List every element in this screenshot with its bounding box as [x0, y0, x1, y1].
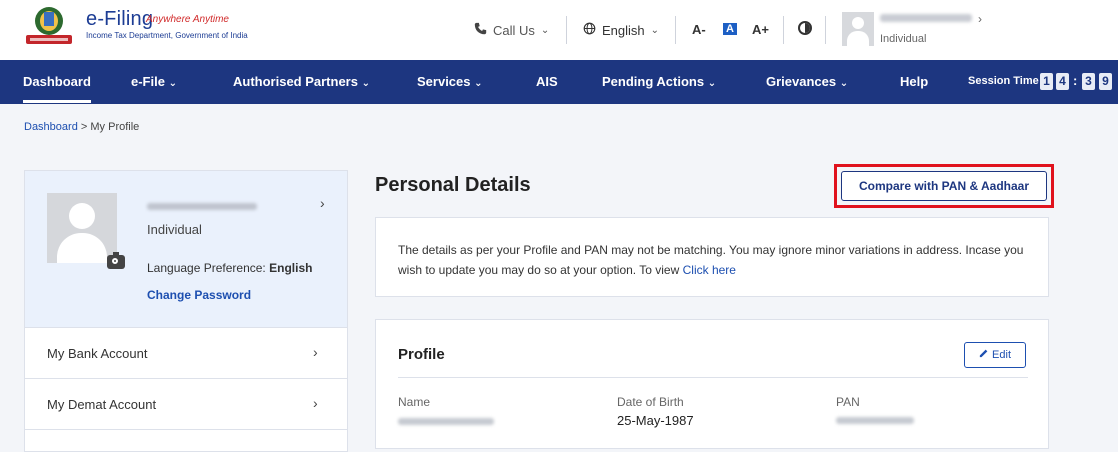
call-us-button[interactable]: Call Us ⌄: [474, 22, 549, 38]
user-role: Individual: [880, 33, 927, 45]
sidebar-item-label: My Bank Account: [47, 346, 148, 361]
divider: [825, 16, 826, 44]
chevron-right-icon: ›: [313, 344, 318, 360]
nav-grievances[interactable]: Grievances ⌄: [766, 74, 848, 89]
font-increase-button[interactable]: A+: [752, 22, 769, 37]
profile-role: Individual: [147, 222, 202, 237]
sidebar-item-demat-account[interactable]: My Demat Account ›: [25, 379, 347, 430]
page-title: Personal Details: [375, 174, 531, 196]
nav-services-label: Services: [417, 74, 471, 89]
chevron-down-icon: ⌄: [707, 78, 717, 89]
profile-section: Profile Edit Name Date of Birth 25-May-1…: [375, 319, 1049, 449]
sidebar-item-label: My Demat Account: [47, 397, 157, 412]
chevron-down-icon: ⌄: [839, 78, 849, 89]
user-name-redacted[interactable]: [880, 14, 972, 22]
divider: [398, 377, 1028, 378]
session-digit: 4: [1056, 73, 1069, 90]
language-preference-label: Language Preference:: [147, 261, 266, 275]
click-here-link[interactable]: Click here: [683, 263, 736, 277]
pan-label: PAN: [836, 395, 860, 409]
session-digit: 9: [1099, 73, 1112, 90]
nav-grievances-label: Grievances: [766, 74, 837, 89]
profile-heading: Profile: [398, 346, 445, 363]
emblem-icon[interactable]: [22, 4, 76, 48]
notice-text: The details as per your Profile and PAN …: [398, 240, 1038, 280]
profile-card: › Individual Language Preference: Englis…: [25, 171, 347, 328]
pan-value-redacted: [836, 417, 914, 424]
divider: [783, 16, 784, 44]
name-value-redacted: [398, 418, 494, 425]
nav-pending-actions[interactable]: Pending Actions ⌄: [602, 74, 716, 89]
chevron-down-icon: ⌄: [650, 24, 660, 36]
chevron-right-icon[interactable]: ›: [320, 195, 325, 211]
language-preference-value: English: [269, 261, 313, 275]
compare-pan-aadhaar-button[interactable]: Compare with PAN & Aadhaar: [841, 171, 1047, 201]
session-colon: :: [1073, 73, 1078, 88]
nav-pending-actions-label: Pending Actions: [602, 74, 705, 89]
name-label: Name: [398, 395, 431, 409]
breadcrumb-current: My Profile: [90, 121, 140, 133]
mismatch-notice: The details as per your Profile and PAN …: [375, 217, 1049, 297]
nav-authorised-partners-label: Authorised Partners: [233, 74, 358, 89]
logo-subtitle: Income Tax Department, Government of Ind…: [86, 31, 248, 40]
sidebar-item-bank-account[interactable]: My Bank Account ›: [25, 328, 347, 379]
pencil-icon: [979, 349, 992, 361]
chevron-down-icon: ⌄: [474, 78, 483, 89]
logo-title[interactable]: e-Filing: [86, 8, 153, 31]
contrast-icon[interactable]: [798, 21, 812, 35]
chevron-down-icon: ⌄: [168, 78, 177, 89]
logo-tagline: Anywhere Anytime: [146, 14, 229, 25]
profile-name-redacted: [147, 203, 257, 210]
language-dropdown[interactable]: English ⌄: [583, 22, 659, 38]
divider: [675, 16, 676, 44]
edit-button[interactable]: Edit: [964, 342, 1026, 368]
avatar-icon[interactable]: [842, 12, 874, 46]
main-nav: Dashboard e-File ⌄ Authorised Partners ⌄…: [0, 60, 1118, 104]
nav-dashboard[interactable]: Dashboard: [23, 74, 91, 103]
font-normal-button[interactable]: A: [723, 23, 737, 35]
nav-ais[interactable]: AIS: [536, 74, 558, 89]
language-label: English: [602, 22, 645, 38]
session-time-label: Session Time: [968, 75, 1039, 87]
breadcrumb-separator: >: [80, 121, 88, 133]
session-digit: 1: [1040, 73, 1053, 90]
globe-icon: [583, 22, 596, 38]
camera-icon[interactable]: [107, 252, 125, 269]
chevron-right-icon: ›: [313, 395, 318, 411]
top-header: e-Filing Anywhere Anytime Income Tax Dep…: [0, 0, 1118, 61]
phone-icon: [474, 22, 487, 38]
dob-label: Date of Birth: [617, 395, 684, 409]
call-us-label: Call Us: [493, 22, 535, 38]
chevron-down-icon: ⌄: [540, 24, 550, 36]
chevron-right-icon[interactable]: ›: [978, 12, 982, 26]
nav-efile-label: e-File: [131, 74, 165, 89]
nav-efile[interactable]: e-File ⌄: [131, 74, 177, 89]
divider: [566, 16, 567, 44]
chevron-down-icon: ⌄: [361, 78, 370, 89]
breadcrumb: Dashboard > My Profile: [24, 121, 139, 133]
profile-sidebar: › Individual Language Preference: Englis…: [24, 170, 348, 452]
font-decrease-button[interactable]: A-: [692, 22, 706, 37]
language-preference: Language Preference: English: [147, 261, 312, 275]
nav-authorised-partners[interactable]: Authorised Partners ⌄: [233, 74, 370, 89]
nav-services[interactable]: Services ⌄: [417, 74, 483, 89]
breadcrumb-dashboard[interactable]: Dashboard: [24, 121, 78, 133]
nav-help[interactable]: Help: [900, 74, 928, 89]
session-digit: 3: [1082, 73, 1095, 90]
edit-label: Edit: [992, 349, 1012, 361]
profile-photo[interactable]: [47, 193, 117, 263]
dob-value: 25-May-1987: [617, 413, 694, 428]
change-password-link[interactable]: Change Password: [147, 288, 251, 302]
